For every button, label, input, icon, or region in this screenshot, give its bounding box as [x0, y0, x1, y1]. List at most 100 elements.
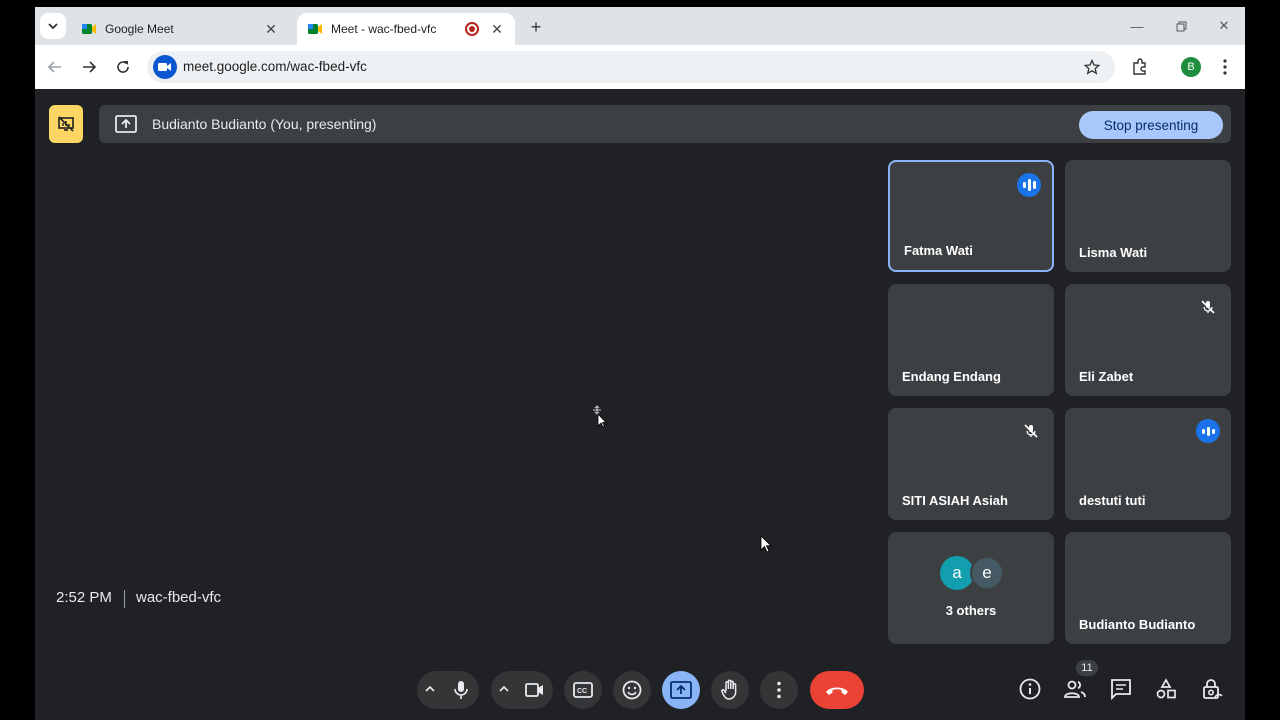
others-tile[interactable]: a e 3 others — [888, 532, 1054, 644]
minimize-button[interactable]: — — [1125, 15, 1149, 37]
more-vert-icon — [1223, 59, 1227, 75]
audio-options-button[interactable] — [424, 682, 436, 700]
host-controls-button[interactable] — [1199, 676, 1225, 702]
clock: 2:52 PM — [56, 589, 112, 606]
video-options-button[interactable] — [498, 682, 510, 700]
close-icon[interactable]: ✕ — [489, 21, 505, 37]
present-off-icon — [58, 116, 74, 132]
emoji-icon — [622, 680, 642, 700]
activities-icon — [1156, 678, 1176, 699]
participant-name: SITI ASIAH Asiah — [902, 493, 1008, 508]
meeting-code[interactable]: wac-fbed-vfc — [136, 589, 221, 606]
present-button[interactable] — [662, 671, 700, 709]
tab-strip: Google Meet ✕ Meet - wac-fbed-vfc ✕ + — … — [35, 7, 1245, 45]
reload-button[interactable] — [111, 55, 135, 79]
participant-tile[interactable]: destuti tuti — [1065, 408, 1231, 520]
mic-off-icon — [1020, 420, 1042, 442]
back-icon — [47, 61, 61, 73]
participant-name: Eli Zabet — [1079, 369, 1134, 384]
chat-icon — [1111, 679, 1131, 700]
svg-text:CC: CC — [577, 688, 587, 695]
profile-avatar[interactable]: B — [1181, 57, 1201, 77]
browser-toolbar: meet.google.com/wac-fbed-vfc B — [35, 45, 1245, 89]
camera-button[interactable] — [517, 671, 553, 709]
cursor-icon — [760, 535, 772, 553]
host-controls-icon — [1203, 679, 1223, 699]
captions-button[interactable]: CC — [564, 671, 602, 709]
reload-icon — [117, 61, 129, 73]
participant-count-badge: 11 — [1076, 660, 1098, 676]
chevron-up-icon — [499, 685, 509, 692]
tab-meet-call[interactable]: Meet - wac-fbed-vfc ✕ — [297, 13, 515, 45]
participant-name: destuti tuti — [1079, 493, 1146, 508]
participant-name: Endang Endang — [902, 369, 1001, 384]
end-call-icon — [826, 687, 848, 695]
close-icon: ✕ — [1218, 18, 1230, 33]
site-info-icon[interactable] — [153, 55, 177, 79]
raise-hand-button[interactable] — [711, 671, 749, 709]
chat-button[interactable] — [1108, 676, 1134, 702]
tab-title: Google Meet — [105, 22, 174, 36]
presenting-banner: Budianto Budianto (You, presenting) Stop… — [99, 105, 1231, 143]
address-bar[interactable]: meet.google.com/wac-fbed-vfc — [147, 51, 1115, 83]
participant-name: Fatma Wati — [904, 243, 973, 258]
browser-window: Google Meet ✕ Meet - wac-fbed-vfc ✕ + — … — [35, 7, 1245, 720]
captions-icon: CC — [573, 682, 593, 698]
restore-button[interactable] — [1169, 15, 1193, 37]
back-button[interactable] — [43, 55, 67, 79]
chevron-down-icon — [48, 23, 58, 30]
present-icon — [670, 681, 692, 699]
participant-tile[interactable]: Endang Endang — [888, 284, 1054, 396]
tab-search-button[interactable] — [40, 13, 66, 39]
avatar: e — [970, 556, 1004, 590]
tab-google-meet[interactable]: Google Meet ✕ — [71, 13, 289, 45]
activities-button[interactable] — [1153, 676, 1179, 702]
meet-favicon — [308, 24, 322, 34]
stop-presenting-button[interactable]: Stop presenting — [1079, 111, 1223, 139]
mic-icon — [454, 681, 468, 699]
record-icon — [465, 22, 479, 36]
participant-name: Lisma Wati — [1079, 245, 1148, 260]
star-icon — [1084, 59, 1100, 75]
browser-menu-button[interactable] — [1213, 55, 1237, 79]
new-tab-button[interactable]: + — [525, 16, 547, 38]
participant-tile[interactable]: Eli Zabet — [1065, 284, 1231, 396]
leave-call-button[interactable] — [810, 671, 864, 709]
camera-control-group — [491, 671, 553, 709]
speaking-icon — [1196, 419, 1220, 443]
people-icon — [1064, 680, 1086, 698]
participant-tile[interactable]: Lisma Wati — [1065, 160, 1231, 272]
extensions-button[interactable] — [1128, 55, 1152, 79]
meet-call: Budianto Budianto (You, presenting) Stop… — [35, 89, 1245, 720]
speaking-icon — [1017, 173, 1041, 197]
present-icon — [115, 115, 137, 133]
mic-button[interactable] — [443, 671, 479, 709]
url-text: meet.google.com/wac-fbed-vfc — [183, 59, 367, 74]
participant-name: Budianto Budianto — [1079, 617, 1196, 632]
self-tile[interactable]: Budianto Budianto — [1065, 532, 1231, 644]
more-vert-icon — [777, 681, 781, 699]
reactions-button[interactable] — [613, 671, 651, 709]
plus-icon: + — [530, 16, 542, 37]
participant-tile[interactable]: SITI ASIAH Asiah — [888, 408, 1054, 520]
forward-button[interactable] — [77, 55, 101, 79]
forward-icon — [83, 61, 97, 73]
camera-icon — [525, 683, 543, 697]
meeting-details-button[interactable] — [1017, 676, 1043, 702]
hand-icon — [721, 679, 737, 700]
others-label: 3 others — [945, 603, 997, 618]
tab-title: Meet - wac-fbed-vfc — [331, 22, 437, 36]
divider — [124, 590, 125, 608]
move-cursor-icon — [593, 405, 607, 427]
info-icon — [1019, 678, 1041, 700]
meet-favicon — [82, 24, 96, 34]
participant-tile[interactable]: Fatma Wati — [888, 160, 1054, 272]
bookmark-button[interactable] — [1080, 55, 1104, 79]
chevron-up-icon — [425, 685, 435, 692]
people-button[interactable] — [1062, 676, 1088, 702]
close-window-button[interactable]: ✕ — [1212, 15, 1236, 37]
mic-off-icon — [1197, 296, 1219, 318]
close-icon[interactable]: ✕ — [263, 21, 279, 37]
presentation-status[interactable] — [49, 105, 83, 143]
more-options-button[interactable] — [760, 671, 798, 709]
